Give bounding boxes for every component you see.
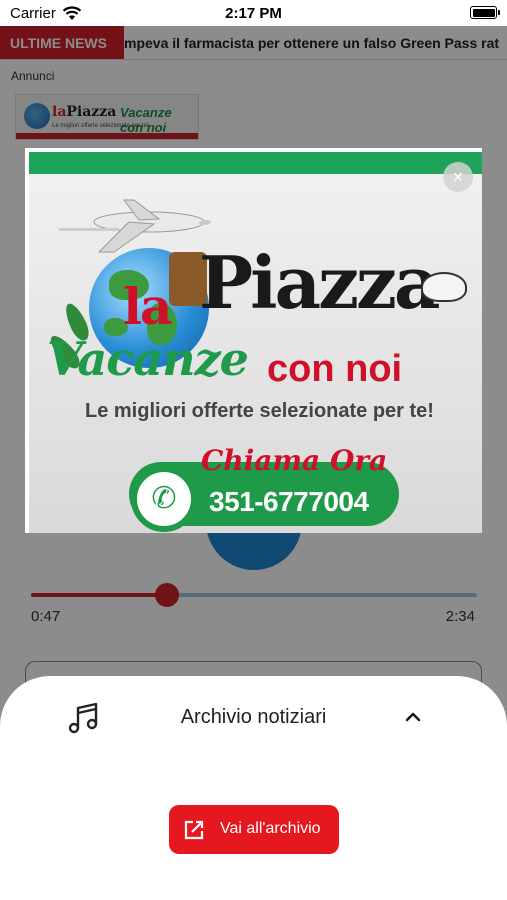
go-to-archive-label: Vai all'archivio	[220, 820, 321, 837]
ad-phone-number[interactable]: 351-6777004	[209, 486, 369, 518]
ad-con-noi: con noi	[267, 348, 403, 390]
ad-tagline: Le migliori offerte selezionate per te!	[85, 400, 434, 422]
clock: 2:17 PM	[225, 5, 282, 22]
phone-icon: ✆	[131, 466, 197, 532]
chevron-up-icon[interactable]	[402, 706, 424, 728]
ad-call-to-action: Chiama Ora	[201, 444, 388, 477]
ad-vacanze: Vacanze	[47, 332, 249, 386]
external-link-icon	[184, 820, 204, 840]
ad-brand-piazza: Piazza	[199, 240, 441, 325]
archive-bottom-sheet: Archivio notiziari Vai all'archivio	[0, 676, 507, 900]
go-to-archive-button[interactable]: Vai all'archivio	[169, 805, 339, 854]
ad-modal[interactable]: la Piazza Vacanze con noi Le migliori of…	[25, 148, 482, 533]
status-bar: Carrier 2:17 PM	[0, 0, 507, 26]
hat-icon	[421, 272, 467, 302]
sheet-title: Archivio notiziari	[180, 706, 327, 728]
ad-brand-la: la	[123, 277, 172, 336]
ad-artwork[interactable]: la Piazza Vacanze con noi Le migliori of…	[29, 152, 482, 533]
battery-icon	[470, 6, 500, 19]
close-icon[interactable]: ×	[443, 162, 473, 192]
ad-top-bar	[29, 152, 482, 174]
